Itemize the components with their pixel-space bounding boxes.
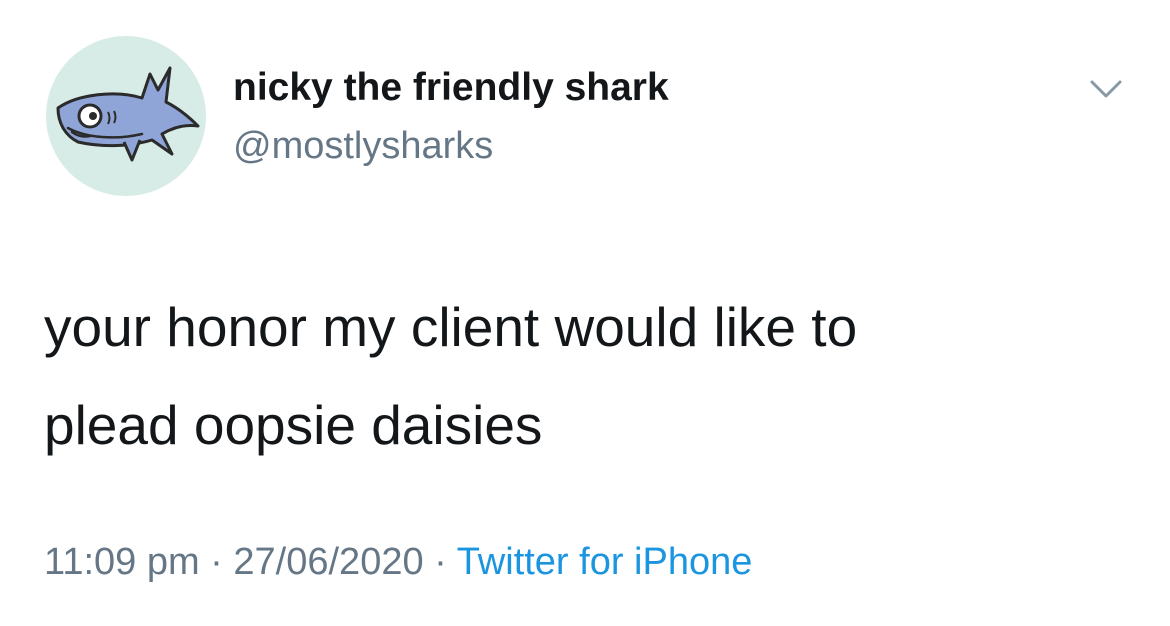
tweet-options-button[interactable] [1086,74,1126,104]
tweet-text: your honor my client would like to plead… [44,278,1124,474]
tweet-card: nicky the friendly shark @mostlysharks y… [0,0,1170,626]
shark-avatar-icon [56,66,200,162]
tweet-meta: 11:09 pm · 27/06/2020 · Twitter for iPho… [44,535,752,589]
meta-separator: · [199,541,234,583]
tweet-date[interactable]: 27/06/2020 [233,541,423,583]
meta-separator: · [423,541,457,583]
tweet-time[interactable]: 11:09 pm [44,541,200,583]
tweet-text-line: plead oopsie daisies [44,394,543,456]
author-display-name[interactable]: nicky the friendly shark [233,62,669,114]
chevron-down-icon [1090,80,1122,98]
author-handle[interactable]: @mostlysharks [233,121,493,171]
tweet-text-line: your honor my client would like to [44,296,858,358]
profile-avatar[interactable] [46,36,206,196]
tweet-source-link[interactable]: Twitter for iPhone [457,541,753,583]
